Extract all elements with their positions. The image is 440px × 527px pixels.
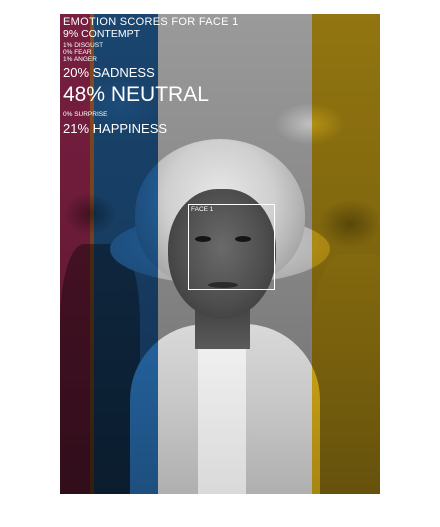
emotion-surprise: 0% SURPRISE (63, 111, 108, 119)
emotion-contempt: 9% CONTEMPT (63, 28, 141, 41)
stripe-yellow (312, 14, 380, 494)
emotion-happiness: 21% HAPPINESS (63, 120, 168, 136)
emotion-disgust: 1% DISGUST (63, 41, 104, 49)
emotion-scores-title: EMOTION SCORES FOR FACE 1 (63, 16, 239, 28)
emotion-scores-panel: EMOTION SCORES FOR FACE 1 9% CONTEMPT 1%… (63, 16, 239, 139)
emotion-neutral: 48% NEUTRAL (63, 83, 209, 107)
emotion-sadness: 20% SADNESS (63, 65, 155, 81)
face-bounding-box: FACE 1 (188, 204, 275, 290)
emotion-anger: 1% ANGER (63, 55, 97, 63)
emotion-fear: 0% FEAR (63, 48, 92, 56)
face-label: FACE 1 (191, 206, 214, 213)
emotion-analysis-image: FACE 1 EMOTION SCORES FOR FACE 1 9% CONT… (60, 14, 380, 494)
